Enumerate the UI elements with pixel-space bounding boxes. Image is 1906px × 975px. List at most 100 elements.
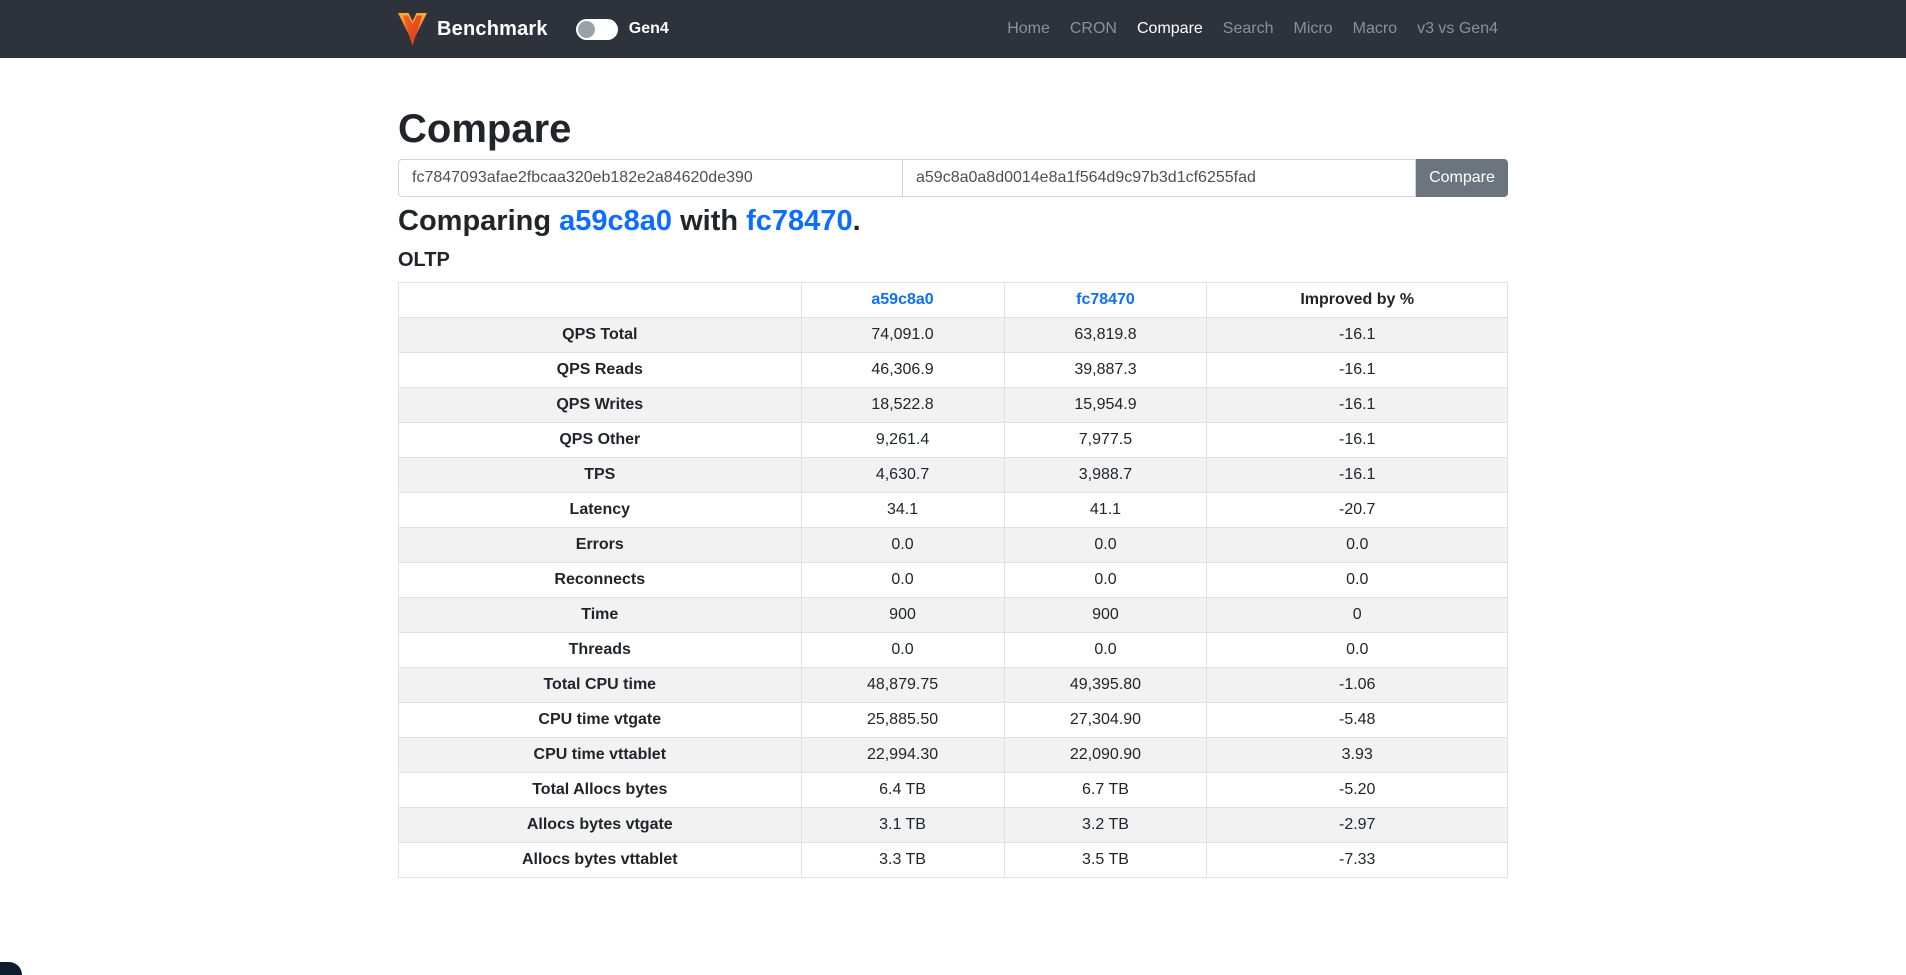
table-row: Latency34.141.1-20.7	[399, 493, 1508, 528]
metric-value: 0.0	[801, 563, 1004, 598]
metric-value: 7,977.5	[1004, 423, 1207, 458]
metric-label: QPS Reads	[399, 353, 802, 388]
metric-value: 63,819.8	[1004, 318, 1207, 353]
metric-label: Allocs bytes vttablet	[399, 843, 802, 878]
improved-by-value: -1.06	[1207, 668, 1508, 703]
navbar-container: Benchmark Gen4 HomeCRONCompareSearchMicr…	[398, 12, 1508, 47]
metric-value: 6.7 TB	[1004, 773, 1207, 808]
table-row: QPS Other9,261.47,977.5-16.1	[399, 423, 1508, 458]
metric-label: QPS Total	[399, 318, 802, 353]
table-row: QPS Writes18,522.815,954.9-16.1	[399, 388, 1508, 423]
improved-by-value: -16.1	[1207, 388, 1508, 423]
metric-value: 0.0	[1004, 528, 1207, 563]
table-header-row: a59c8a0fc78470Improved by %	[399, 283, 1508, 318]
nav-link-compare[interactable]: Compare	[1127, 12, 1213, 46]
improved-by-value: -7.33	[1207, 843, 1508, 878]
nav-link-home[interactable]: Home	[997, 12, 1060, 46]
metric-value: 0.0	[1004, 633, 1207, 668]
nav-links: HomeCRONCompareSearchMicroMacrov3 vs Gen…	[997, 12, 1508, 46]
metric-value: 3.5 TB	[1004, 843, 1207, 878]
nav-link-search[interactable]: Search	[1213, 12, 1284, 46]
metric-value: 22,090.90	[1004, 738, 1207, 773]
metric-label: CPU time vtgate	[399, 703, 802, 738]
comparing-suffix: .	[853, 205, 861, 237]
metric-label: Errors	[399, 528, 802, 563]
left-commit-link[interactable]: a59c8a0	[559, 205, 672, 237]
gen4-toggle-label: Gen4	[629, 20, 669, 38]
metric-value: 3.2 TB	[1004, 808, 1207, 843]
metric-label: Threads	[399, 633, 802, 668]
footer-corner-shape	[0, 962, 22, 975]
metric-value: 15,954.9	[1004, 388, 1207, 423]
brand[interactable]: Benchmark	[398, 12, 548, 47]
header-fc78470[interactable]: fc78470	[1004, 283, 1207, 318]
improved-by-value: -5.48	[1207, 703, 1508, 738]
metric-value: 900	[1004, 598, 1207, 633]
oltp-comparison-table: a59c8a0fc78470Improved by % QPS Total74,…	[398, 282, 1508, 878]
commit-hash-input-right[interactable]	[902, 159, 1416, 197]
improved-by-value: -2.97	[1207, 808, 1508, 843]
improved-by-value: 0.0	[1207, 528, 1508, 563]
metric-label: Allocs bytes vtgate	[399, 808, 802, 843]
table-row: Allocs bytes vtgate3.1 TB3.2 TB-2.97	[399, 808, 1508, 843]
table-row: Errors0.00.00.0	[399, 528, 1508, 563]
header-metric-blank	[399, 283, 802, 318]
table-row: Time9009000	[399, 598, 1508, 633]
table-row: TPS4,630.73,988.7-16.1	[399, 458, 1508, 493]
table-row: Total Allocs bytes6.4 TB6.7 TB-5.20	[399, 773, 1508, 808]
improved-by-value: -20.7	[1207, 493, 1508, 528]
metric-value: 46,306.9	[801, 353, 1004, 388]
table-body: QPS Total74,091.063,819.8-16.1QPS Reads4…	[399, 318, 1508, 878]
brand-name: Benchmark	[437, 18, 548, 41]
metric-value: 4,630.7	[801, 458, 1004, 493]
compare-button[interactable]: Compare	[1416, 159, 1508, 197]
metric-label: Time	[399, 598, 802, 633]
metric-label: QPS Other	[399, 423, 802, 458]
improved-by-value: 3.93	[1207, 738, 1508, 773]
metric-label: CPU time vttablet	[399, 738, 802, 773]
nav-link-v3-vs-gen4[interactable]: v3 vs Gen4	[1407, 12, 1508, 46]
right-commit-link[interactable]: fc78470	[746, 205, 852, 237]
improved-by-value: -5.20	[1207, 773, 1508, 808]
table-row: CPU time vttablet22,994.3022,090.903.93	[399, 738, 1508, 773]
compare-input-group: Compare	[398, 159, 1508, 197]
toggle-knob	[578, 21, 595, 38]
metric-value: 34.1	[801, 493, 1004, 528]
metric-value: 900	[801, 598, 1004, 633]
gen4-toggle[interactable]	[576, 19, 618, 40]
nav-link-macro[interactable]: Macro	[1343, 12, 1407, 46]
metric-value: 3,988.7	[1004, 458, 1207, 493]
improved-by-value: 0.0	[1207, 633, 1508, 668]
vitess-v-logo-icon	[398, 12, 427, 47]
metric-label: Total CPU time	[399, 668, 802, 703]
table-row: Reconnects0.00.00.0	[399, 563, 1508, 598]
improved-by-value: 0	[1207, 598, 1508, 633]
metric-value: 74,091.0	[801, 318, 1004, 353]
metric-label: Reconnects	[399, 563, 802, 598]
metric-value: 25,885.50	[801, 703, 1004, 738]
table-row: QPS Reads46,306.939,887.3-16.1	[399, 353, 1508, 388]
table-row: Total CPU time48,879.7549,395.80-1.06	[399, 668, 1508, 703]
metric-value: 0.0	[801, 633, 1004, 668]
metric-value: 18,522.8	[801, 388, 1004, 423]
improved-by-value: -16.1	[1207, 423, 1508, 458]
table-head: a59c8a0fc78470Improved by %	[399, 283, 1508, 318]
improved-by-value: 0.0	[1207, 563, 1508, 598]
comparing-middle: with	[672, 205, 746, 237]
comparing-prefix: Comparing	[398, 205, 559, 237]
oltp-section-title: OLTP	[398, 249, 1508, 272]
metric-value: 9,261.4	[801, 423, 1004, 458]
metric-label: QPS Writes	[399, 388, 802, 423]
table-row: Threads0.00.00.0	[399, 633, 1508, 668]
nav-link-micro[interactable]: Micro	[1284, 12, 1343, 46]
metric-value: 27,304.90	[1004, 703, 1207, 738]
nav-link-cron[interactable]: CRON	[1060, 12, 1127, 46]
comparing-heading: Comparing a59c8a0 with fc78470.	[398, 205, 1508, 238]
metric-label: Latency	[399, 493, 802, 528]
metric-value: 48,879.75	[801, 668, 1004, 703]
commit-hash-input-left[interactable]	[398, 159, 902, 197]
page-title: Compare	[398, 105, 1508, 153]
header-a59c8a0[interactable]: a59c8a0	[801, 283, 1004, 318]
metric-value: 3.1 TB	[801, 808, 1004, 843]
metric-label: TPS	[399, 458, 802, 493]
